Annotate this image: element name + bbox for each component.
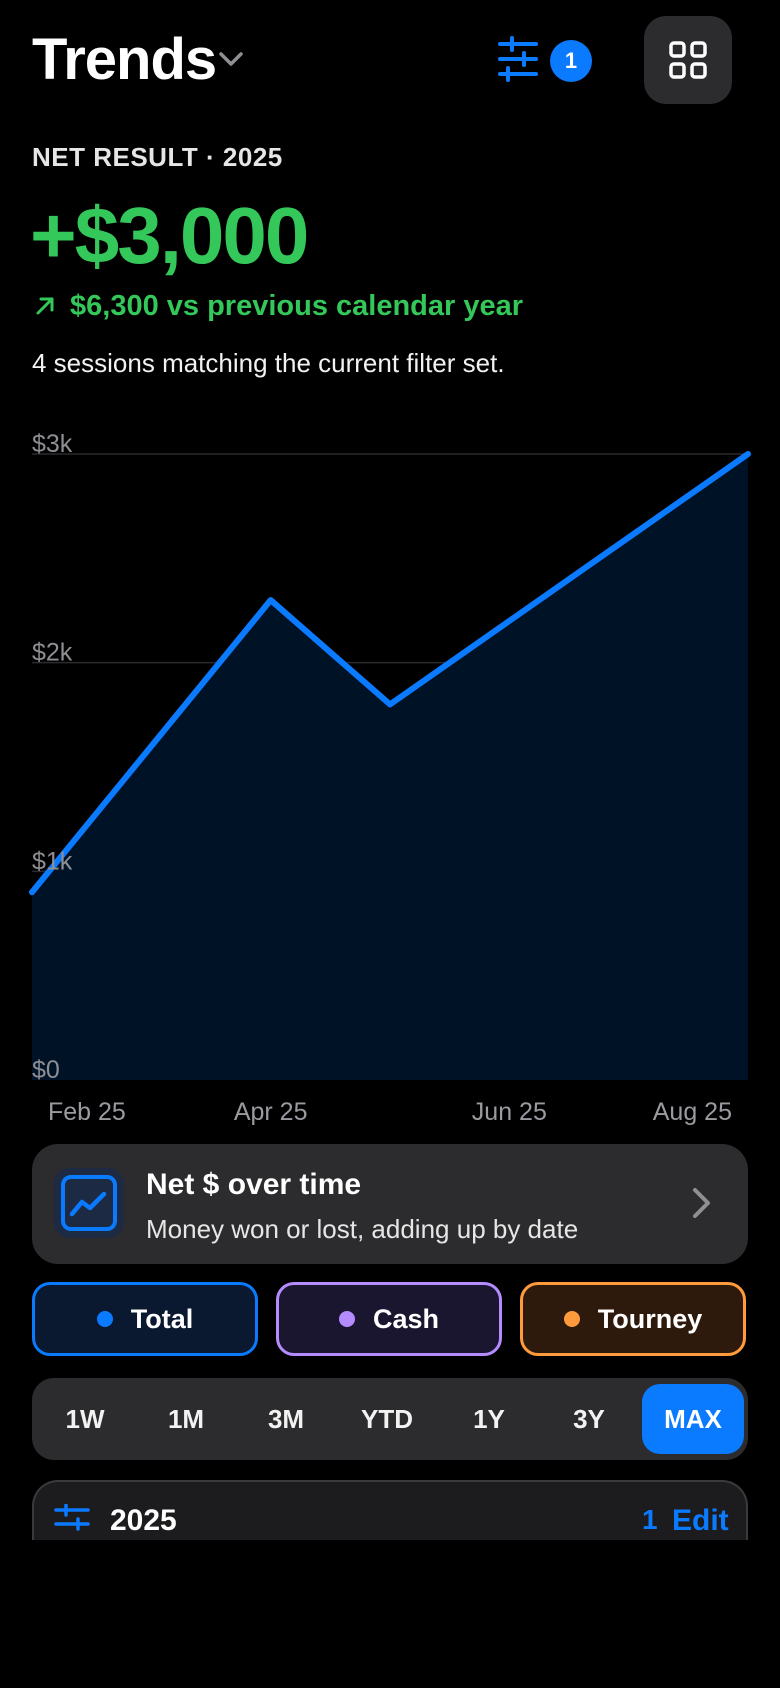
range-selector: 1W 1M 3M YTD 1Y 3Y MAX	[32, 1378, 748, 1460]
series-toggle-total[interactable]: Total	[32, 1282, 258, 1356]
net-result-value: +$3,000	[30, 191, 309, 280]
net-result-label: NET RESULT · 2025	[32, 142, 283, 172]
range-3m[interactable]: 3M	[237, 1384, 335, 1454]
filter-count-badge[interactable]: 1	[550, 40, 592, 82]
range-1y[interactable]: 1Y	[440, 1384, 538, 1454]
series-label-cash: Cash	[372, 1303, 440, 1334]
y-axis-tick-label: $3k	[32, 430, 73, 458]
sliders-icon[interactable]	[498, 36, 538, 82]
x-axis-tick-label: Feb 25	[48, 1098, 126, 1126]
page-title[interactable]: Trends	[32, 24, 217, 96]
filter-edit-link[interactable]: Edit	[672, 1504, 729, 1538]
series-dot-total	[96, 1311, 113, 1327]
x-axis-tick-label: Apr 25	[234, 1098, 308, 1126]
grid-icon	[669, 41, 707, 79]
y-axis-tick-label: $2k	[32, 639, 73, 667]
range-1w[interactable]: 1W	[36, 1384, 134, 1454]
delta-text: $6,300 vs previous calendar year	[70, 289, 524, 322]
series-dot-tourney	[563, 1311, 580, 1327]
chevron-down-icon[interactable]	[216, 44, 246, 74]
metric-selector-card[interactable]: Net $ over time Money won or lost, addin…	[32, 1144, 748, 1264]
series-toggle-cash[interactable]: Cash	[276, 1282, 502, 1356]
x-axis-tick-label: Aug 25	[653, 1098, 732, 1126]
filter-summary-card[interactable]: 2025 1 Edit	[32, 1480, 748, 1540]
sliders-icon	[54, 1503, 90, 1534]
series-toggle-tourney[interactable]: Tourney	[520, 1282, 746, 1356]
metric-title: Net $ over time	[146, 1168, 362, 1201]
series-label-total: Total	[130, 1303, 194, 1334]
series-dot-cash	[338, 1311, 355, 1327]
range-1m[interactable]: 1M	[137, 1384, 235, 1454]
series-label-tourney: Tourney	[597, 1303, 703, 1334]
filter-card-title: 2025	[110, 1504, 177, 1537]
range-max[interactable]: MAX	[642, 1384, 744, 1454]
delta-row: $6,300 vs previous calendar year	[34, 286, 523, 326]
metric-subtitle: Money won or lost, adding up by date	[146, 1214, 579, 1244]
grid-view-button[interactable]	[644, 16, 732, 104]
y-axis-tick-label: $0	[32, 1056, 60, 1084]
line-chart-icon	[54, 1168, 124, 1238]
net-trend-chart[interactable]: $3k $2k $1k $0 Feb 25 Apr 25 Jun 25 Aug 25	[0, 420, 780, 1140]
arrow-up-right-icon	[36, 297, 54, 315]
range-ytd[interactable]: YTD	[338, 1384, 436, 1454]
chart-area-fill	[32, 454, 748, 1080]
filter-card-count: 1	[642, 1504, 658, 1535]
range-3y[interactable]: 3Y	[540, 1384, 638, 1454]
sessions-count-text: 4 sessions matching the current filter s…	[32, 348, 505, 378]
chevron-right-icon	[686, 1186, 716, 1220]
y-axis-tick-label: $1k	[32, 847, 73, 875]
x-axis-tick-label: Jun 25	[472, 1098, 547, 1126]
